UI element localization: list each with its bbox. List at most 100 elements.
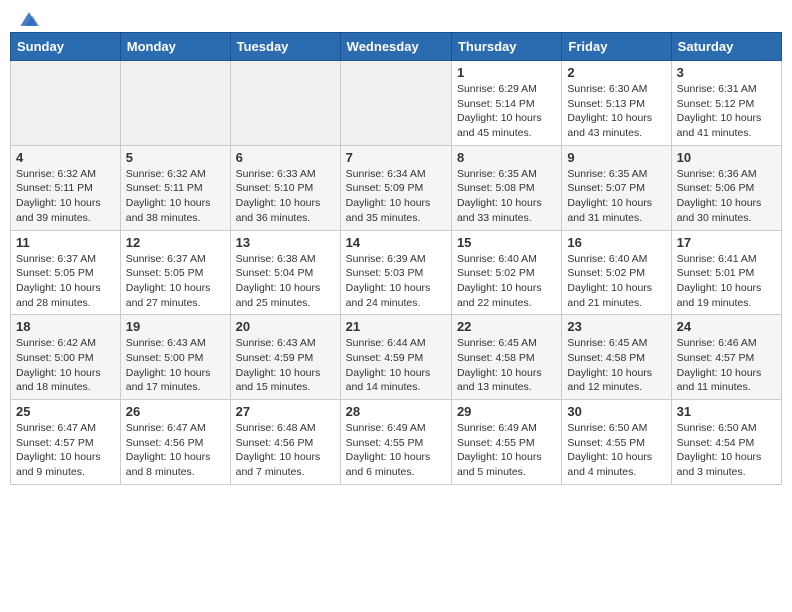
day-number: 27 (236, 404, 335, 419)
calendar-day-cell: 2 Sunrise: 6:30 AM Sunset: 5:13 PM Daylig… (562, 61, 671, 146)
day-info: Sunrise: 6:45 AM Sunset: 4:58 PM Dayligh… (457, 336, 556, 395)
day-number: 17 (677, 235, 776, 250)
day-info: Sunrise: 6:37 AM Sunset: 5:05 PM Dayligh… (16, 252, 115, 311)
calendar-day-cell: 14 Sunrise: 6:39 AM Sunset: 5:03 PM Dayli… (340, 230, 451, 315)
calendar-day-cell: 19 Sunrise: 6:43 AM Sunset: 5:00 PM Dayli… (120, 315, 230, 400)
day-info: Sunrise: 6:47 AM Sunset: 4:56 PM Dayligh… (126, 421, 225, 480)
calendar-day-cell: 29 Sunrise: 6:49 AM Sunset: 4:55 PM Dayli… (451, 400, 561, 485)
calendar-day-cell: 5 Sunrise: 6:32 AM Sunset: 5:11 PM Daylig… (120, 145, 230, 230)
calendar-day-cell: 1 Sunrise: 6:29 AM Sunset: 5:14 PM Daylig… (451, 61, 561, 146)
day-info: Sunrise: 6:47 AM Sunset: 4:57 PM Dayligh… (16, 421, 115, 480)
calendar-week-row: 1 Sunrise: 6:29 AM Sunset: 5:14 PM Daylig… (11, 61, 782, 146)
calendar-header-row: SundayMondayTuesdayWednesdayThursdayFrid… (11, 33, 782, 61)
day-info: Sunrise: 6:43 AM Sunset: 5:00 PM Dayligh… (126, 336, 225, 395)
calendar-day-cell: 25 Sunrise: 6:47 AM Sunset: 4:57 PM Dayli… (11, 400, 121, 485)
calendar-day-cell: 16 Sunrise: 6:40 AM Sunset: 5:02 PM Dayli… (562, 230, 671, 315)
calendar-day-cell: 31 Sunrise: 6:50 AM Sunset: 4:54 PM Dayli… (671, 400, 781, 485)
day-info: Sunrise: 6:32 AM Sunset: 5:11 PM Dayligh… (126, 167, 225, 226)
calendar-day-cell: 3 Sunrise: 6:31 AM Sunset: 5:12 PM Daylig… (671, 61, 781, 146)
day-info: Sunrise: 6:50 AM Sunset: 4:54 PM Dayligh… (677, 421, 776, 480)
calendar-day-cell: 12Sunrise: 6:37 AM Sunset: 5:05 PM Dayli… (120, 230, 230, 315)
day-number: 19 (126, 319, 225, 334)
day-number: 8 (457, 150, 556, 165)
day-number: 13 (236, 235, 335, 250)
calendar-day-cell: 10 Sunrise: 6:36 AM Sunset: 5:06 PM Dayli… (671, 145, 781, 230)
day-number: 15 (457, 235, 556, 250)
calendar-day-cell: 7 Sunrise: 6:34 AM Sunset: 5:09 PM Daylig… (340, 145, 451, 230)
calendar-day-cell: 9Sunrise: 6:35 AM Sunset: 5:07 PM Daylig… (562, 145, 671, 230)
calendar-day-cell: 11 Sunrise: 6:37 AM Sunset: 5:05 PM Dayli… (11, 230, 121, 315)
day-number: 1 (457, 65, 556, 80)
weekday-header: Monday (120, 33, 230, 61)
day-info: Sunrise: 6:35 AM Sunset: 5:08 PM Dayligh… (457, 167, 556, 226)
day-number: 25 (16, 404, 115, 419)
day-info: Sunrise: 6:31 AM Sunset: 5:12 PM Dayligh… (677, 82, 776, 141)
day-info: Sunrise: 6:44 AM Sunset: 4:59 PM Dayligh… (346, 336, 446, 395)
weekday-header: Thursday (451, 33, 561, 61)
day-number: 10 (677, 150, 776, 165)
day-number: 22 (457, 319, 556, 334)
calendar-week-row: 11 Sunrise: 6:37 AM Sunset: 5:05 PM Dayli… (11, 230, 782, 315)
day-number: 24 (677, 319, 776, 334)
day-info: Sunrise: 6:37 AM Sunset: 5:05 PM Dayligh… (126, 252, 225, 311)
day-info: Sunrise: 6:30 AM Sunset: 5:13 PM Dayligh… (567, 82, 665, 141)
day-number: 31 (677, 404, 776, 419)
calendar-day-cell: 18 Sunrise: 6:42 AM Sunset: 5:00 PM Dayli… (11, 315, 121, 400)
logo-icon (17, 10, 41, 28)
day-number: 14 (346, 235, 446, 250)
calendar-day-cell: 21Sunrise: 6:44 AM Sunset: 4:59 PM Dayli… (340, 315, 451, 400)
calendar-day-cell: 30Sunrise: 6:50 AM Sunset: 4:55 PM Dayli… (562, 400, 671, 485)
day-info: Sunrise: 6:50 AM Sunset: 4:55 PM Dayligh… (567, 421, 665, 480)
calendar-day-cell: 22 Sunrise: 6:45 AM Sunset: 4:58 PM Dayli… (451, 315, 561, 400)
day-number: 28 (346, 404, 446, 419)
day-number: 5 (126, 150, 225, 165)
day-number: 11 (16, 235, 115, 250)
day-info: Sunrise: 6:39 AM Sunset: 5:03 PM Dayligh… (346, 252, 446, 311)
day-number: 26 (126, 404, 225, 419)
calendar-day-cell: 17 Sunrise: 6:41 AM Sunset: 5:01 PM Dayli… (671, 230, 781, 315)
day-info: Sunrise: 6:43 AM Sunset: 4:59 PM Dayligh… (236, 336, 335, 395)
logo (15, 10, 41, 24)
calendar-day-cell (340, 61, 451, 146)
calendar-day-cell: 27 Sunrise: 6:48 AM Sunset: 4:56 PM Dayli… (230, 400, 340, 485)
day-number: 18 (16, 319, 115, 334)
day-info: Sunrise: 6:41 AM Sunset: 5:01 PM Dayligh… (677, 252, 776, 311)
day-number: 4 (16, 150, 115, 165)
weekday-header: Wednesday (340, 33, 451, 61)
day-number: 29 (457, 404, 556, 419)
day-info: Sunrise: 6:36 AM Sunset: 5:06 PM Dayligh… (677, 167, 776, 226)
day-number: 16 (567, 235, 665, 250)
day-info: Sunrise: 6:45 AM Sunset: 4:58 PM Dayligh… (567, 336, 665, 395)
day-info: Sunrise: 6:46 AM Sunset: 4:57 PM Dayligh… (677, 336, 776, 395)
calendar-table: SundayMondayTuesdayWednesdayThursdayFrid… (10, 32, 782, 485)
page-header (10, 10, 782, 24)
day-info: Sunrise: 6:34 AM Sunset: 5:09 PM Dayligh… (346, 167, 446, 226)
calendar-day-cell (120, 61, 230, 146)
calendar-day-cell: 20 Sunrise: 6:43 AM Sunset: 4:59 PM Dayli… (230, 315, 340, 400)
day-info: Sunrise: 6:29 AM Sunset: 5:14 PM Dayligh… (457, 82, 556, 141)
weekday-header: Friday (562, 33, 671, 61)
day-number: 20 (236, 319, 335, 334)
calendar-day-cell (11, 61, 121, 146)
calendar-day-cell (230, 61, 340, 146)
day-info: Sunrise: 6:40 AM Sunset: 5:02 PM Dayligh… (457, 252, 556, 311)
calendar-day-cell: 28Sunrise: 6:49 AM Sunset: 4:55 PM Dayli… (340, 400, 451, 485)
calendar-week-row: 18 Sunrise: 6:42 AM Sunset: 5:00 PM Dayli… (11, 315, 782, 400)
day-number: 2 (567, 65, 665, 80)
weekday-header: Sunday (11, 33, 121, 61)
day-number: 3 (677, 65, 776, 80)
day-info: Sunrise: 6:40 AM Sunset: 5:02 PM Dayligh… (567, 252, 665, 311)
calendar-day-cell: 4Sunrise: 6:32 AM Sunset: 5:11 PM Daylig… (11, 145, 121, 230)
day-info: Sunrise: 6:35 AM Sunset: 5:07 PM Dayligh… (567, 167, 665, 226)
day-number: 23 (567, 319, 665, 334)
day-info: Sunrise: 6:48 AM Sunset: 4:56 PM Dayligh… (236, 421, 335, 480)
calendar-day-cell: 15 Sunrise: 6:40 AM Sunset: 5:02 PM Dayli… (451, 230, 561, 315)
calendar-day-cell: 8 Sunrise: 6:35 AM Sunset: 5:08 PM Daylig… (451, 145, 561, 230)
weekday-header: Saturday (671, 33, 781, 61)
day-info: Sunrise: 6:38 AM Sunset: 5:04 PM Dayligh… (236, 252, 335, 311)
calendar-day-cell: 6Sunrise: 6:33 AM Sunset: 5:10 PM Daylig… (230, 145, 340, 230)
day-info: Sunrise: 6:42 AM Sunset: 5:00 PM Dayligh… (16, 336, 115, 395)
day-number: 7 (346, 150, 446, 165)
day-info: Sunrise: 6:49 AM Sunset: 4:55 PM Dayligh… (457, 421, 556, 480)
calendar-week-row: 4 Sunrise: 6:32 AM Sunset: 5:11 PM Daylig… (11, 145, 782, 230)
